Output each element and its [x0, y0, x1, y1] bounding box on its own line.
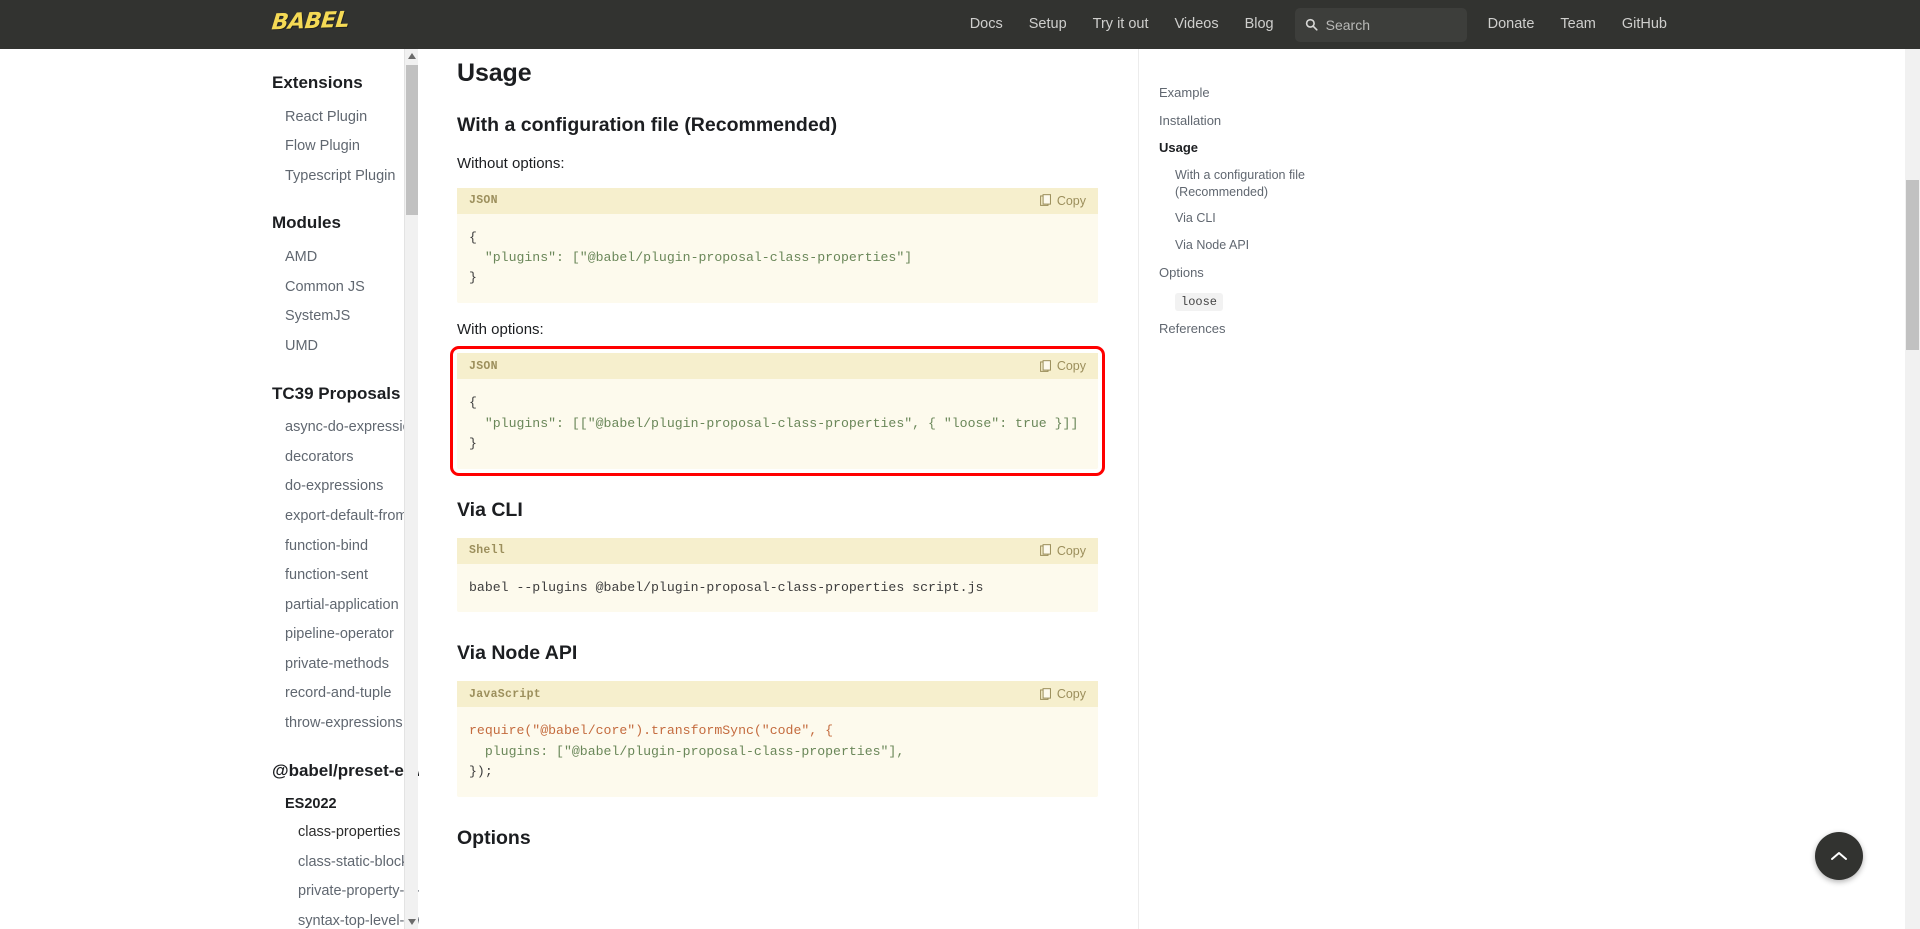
page-title: Usage [457, 59, 532, 87]
sidebar-scrollbar-thumb[interactable] [406, 65, 418, 215]
toc-item-via-cli[interactable]: Via CLI [1159, 205, 1398, 232]
toc-item-example[interactable]: Example [1159, 79, 1398, 107]
copy-button[interactable]: Copy [1039, 687, 1086, 702]
sidebar-scroll-down-arrow-icon[interactable] [405, 915, 419, 929]
copy-button[interactable]: Copy [1039, 193, 1086, 208]
nav-link-github[interactable]: GitHub [1609, 0, 1680, 49]
toc-item-usage[interactable]: Usage [1159, 134, 1398, 162]
clipboard-icon [1039, 360, 1051, 372]
toc-item-options[interactable]: Options [1159, 259, 1398, 287]
search-placeholder: Search [1325, 16, 1370, 33]
section-heading-via-cli: Via CLI [457, 498, 523, 521]
section-heading-via-node-api: Via Node API [457, 642, 578, 665]
nav-link-videos[interactable]: Videos [1162, 0, 1232, 49]
sidebar-scroll-up-arrow-icon[interactable] [405, 49, 419, 63]
logo-text: BABEL [270, 7, 351, 35]
table-of-contents: Example Installation Usage With a config… [1138, 49, 1398, 929]
code-block-header: JavaScript Copy [457, 681, 1098, 708]
section-heading-with-configuration-file: With a configuration file (Recommended) [457, 114, 838, 136]
code-language-label: Shell [469, 544, 506, 558]
clipboard-icon [1039, 194, 1051, 206]
code-block-header: Shell Copy [457, 537, 1098, 564]
copy-button-label: Copy [1056, 543, 1086, 558]
section-heading-options: Options [457, 826, 531, 849]
code-line: { [469, 395, 477, 411]
toc-item-references[interactable]: References [1159, 315, 1398, 343]
scroll-to-top-button[interactable] [1815, 832, 1863, 880]
toc-item-loose[interactable]: loose [1159, 287, 1398, 315]
top-navbar: BABEL Docs Setup Try it out Videos Blog … [0, 0, 1920, 49]
toc-item-via-node-api[interactable]: Via Node API [1159, 232, 1398, 259]
clipboard-icon [1039, 544, 1051, 557]
code-line: require("@babel/core").transformSync("co… [469, 723, 834, 739]
code-block-content[interactable]: babel --plugins @babel/plugin-proposal-c… [457, 564, 1098, 612]
copy-button-label: Copy [1056, 687, 1086, 702]
toc-item-with-a-configuration-file[interactable]: With a configuration file (Recommended) [1159, 162, 1398, 206]
nav-link-team[interactable]: Team [1547, 0, 1608, 49]
copy-button[interactable]: Copy [1039, 543, 1086, 558]
nav-link-docs[interactable]: Docs [957, 0, 1016, 49]
page-scrollbar-thumb[interactable] [1906, 180, 1919, 350]
with-options-label: With options: [457, 320, 544, 338]
code-block-with-options: JSON Copy { "plugins": [["@babel/plugin-… [450, 346, 1105, 476]
code-line: { [469, 229, 477, 245]
code-line: "plugins": ["@babel/plugin-proposal-clas… [469, 249, 913, 265]
code-line: }); [469, 764, 493, 780]
babel-logo[interactable]: BABEL [271, 4, 351, 38]
toc-item-loose-label: loose [1175, 292, 1224, 311]
copy-button-label: Copy [1056, 359, 1086, 374]
chevron-up-icon [1831, 852, 1847, 860]
code-line: } [469, 436, 477, 452]
copy-button-label: Copy [1056, 193, 1086, 208]
clipboard-icon [1039, 687, 1051, 700]
search-icon [1305, 18, 1318, 31]
nav-link-setup[interactable]: Setup [1016, 0, 1080, 49]
main-content: Usage With a configuration file (Recomme… [419, 49, 1139, 929]
code-block-via-node-api: JavaScript Copy require("@babel/core").t… [457, 681, 1098, 797]
without-options-label: Without options: [457, 155, 565, 172]
code-block-header: JSON Copy [457, 353, 1098, 380]
nav-link-donate[interactable]: Donate [1475, 0, 1548, 49]
code-line: } [469, 270, 477, 286]
nav-link-blog[interactable]: Blog [1232, 0, 1287, 49]
navbar-links: Docs Setup Try it out Videos Blog Search… [957, 0, 1680, 49]
copy-button[interactable]: Copy [1039, 359, 1086, 374]
code-block-content[interactable]: require("@babel/core").transformSync("co… [457, 707, 1098, 796]
code-language-label: JSON [469, 194, 498, 207]
nav-link-try-it-out[interactable]: Try it out [1080, 0, 1162, 49]
code-block-header: JSON Copy [457, 187, 1098, 214]
code-line: plugins: ["@babel/plugin-proposal-class-… [469, 743, 905, 759]
search-input[interactable]: Search [1294, 7, 1467, 42]
code-block-via-cli: Shell Copy babel --plugins @babel/plugin… [457, 537, 1098, 613]
toc-item-installation[interactable]: Installation [1159, 107, 1398, 135]
page-scrollbar[interactable] [1905, 0, 1920, 929]
code-block-without-options: JSON Copy { "plugins": ["@babel/plugin-p… [457, 187, 1098, 303]
code-language-label: JSON [469, 359, 498, 373]
sidebar-scrollbar[interactable] [404, 49, 418, 929]
code-language-label: JavaScript [469, 687, 542, 701]
code-block-content[interactable]: { "plugins": ["@babel/plugin-proposal-cl… [457, 214, 1098, 303]
code-block-content[interactable]: { "plugins": [["@babel/plugin-proposal-c… [457, 379, 1098, 468]
code-line: "plugins": [["@babel/plugin-proposal-cla… [469, 415, 1079, 431]
